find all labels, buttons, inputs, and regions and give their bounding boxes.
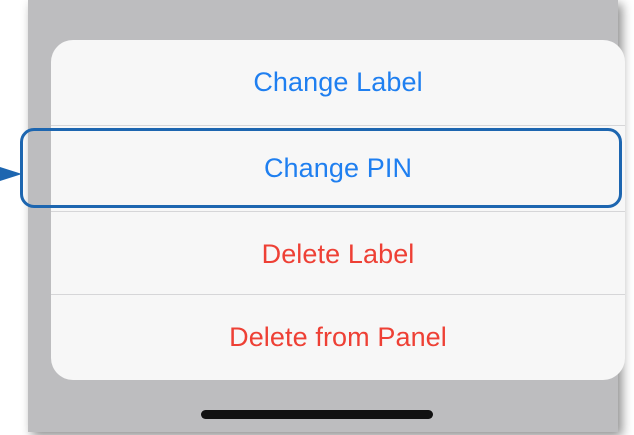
change-label-button[interactable]: Change Label (51, 40, 625, 125)
home-indicator-bar[interactable] (201, 410, 433, 419)
screenshot-stage: Change Label Change PIN Delete Label Del… (0, 0, 634, 435)
delete-from-panel-button[interactable]: Delete from Panel (51, 295, 625, 380)
action-sheet: Change Label Change PIN Delete Label Del… (51, 40, 625, 380)
phone-screen: Change Label Change PIN Delete Label Del… (28, 0, 625, 432)
arrow-right-icon (0, 167, 22, 181)
highlight-callout-box (20, 128, 622, 208)
delete-label-button[interactable]: Delete Label (51, 212, 625, 297)
